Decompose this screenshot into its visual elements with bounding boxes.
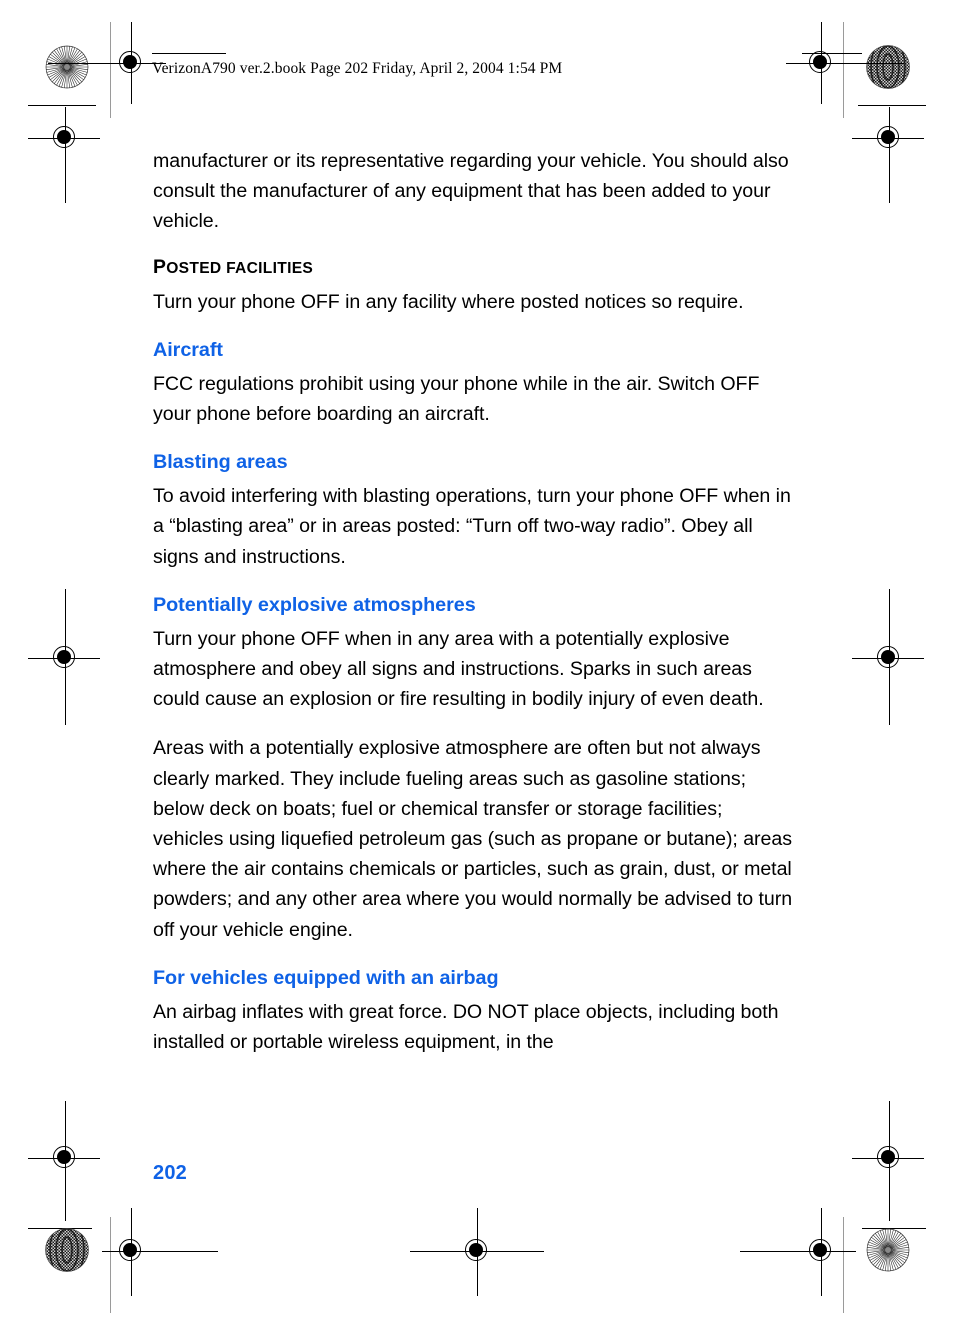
airbag-paragraph: An airbag inflates with great force. DO …: [153, 1000, 779, 1054]
page-header-filename: VerizonA790 ver.2.book Page 202 Friday, …: [152, 60, 563, 77]
registration-target-icon-left-lower: [28, 1101, 100, 1221]
page-number: 202: [153, 1162, 187, 1184]
moire-print-mark-icon-bottom-left: [45, 1228, 89, 1272]
intro-paragraph: manufacturer or its representative regar…: [153, 150, 789, 233]
document-page: VerizonA790 ver.2.book Page 202 Friday, …: [0, 0, 954, 1319]
blasting-areas-paragraph: To avoid interfering with blasting opera…: [153, 485, 791, 568]
guide-line-bottom-right: [843, 1217, 844, 1313]
trim-line-bottom-right: [862, 1228, 926, 1230]
registration-target-icon-right-upper: [852, 107, 924, 203]
registration-target-icon-top-right: [786, 22, 904, 104]
registration-target-icon-top-left: [48, 22, 166, 104]
aircraft-paragraph: FCC regulations prohibit using your phon…: [153, 372, 760, 426]
page-content: manufacturer or its representative regar…: [153, 146, 798, 1076]
registration-target-icon-bottom-left: [102, 1208, 218, 1296]
starburst-print-mark-icon-top-left: [45, 45, 89, 89]
potentially-explosive-paragraph-2: Areas with a potentially explosive atmos…: [153, 737, 793, 941]
trim-line-top-right-lower: [858, 105, 926, 107]
registration-target-icon-bottom-center: [410, 1208, 544, 1296]
trim-line-bottom-left: [28, 1228, 92, 1230]
trim-line-top-left: [152, 53, 226, 55]
guide-line-right: [843, 22, 844, 118]
section-heading-blasting-areas: Blasting areas: [153, 451, 288, 474]
guide-line-left: [110, 22, 111, 118]
moire-print-mark-icon-top-right: [866, 45, 910, 89]
starburst-print-mark-icon-bottom-right: [866, 1228, 910, 1272]
section-heading-aircraft: Aircraft: [153, 338, 223, 361]
section-heading-airbag: For vehicles equipped with an airbag: [153, 966, 499, 989]
posted-facilities-paragraph: Turn your phone OFF in any facility wher…: [153, 290, 744, 313]
posted-facilities-initial: P: [153, 255, 167, 278]
registration-target-icon-right-lower: [852, 1101, 924, 1221]
registration-target-icon-bottom-right: [740, 1208, 856, 1296]
guide-line-bottom-left: [110, 1217, 111, 1313]
trim-line-top-right: [802, 53, 862, 55]
potentially-explosive-paragraph-1: Turn your phone OFF when in any area wit…: [153, 627, 764, 711]
registration-target-icon-right-middle: [852, 589, 924, 725]
section-heading-potentially-explosive-atmospheres: Potentially explosive atmospheres: [153, 593, 476, 616]
registration-target-icon-left-upper: [28, 107, 100, 203]
trim-line-top-left-lower: [28, 105, 96, 107]
section-heading-posted-facilities: POSTED FACILITIES: [153, 256, 798, 280]
registration-target-icon-left-middle: [28, 589, 100, 725]
posted-facilities-rest: OSTED FACILITIES: [166, 259, 314, 277]
